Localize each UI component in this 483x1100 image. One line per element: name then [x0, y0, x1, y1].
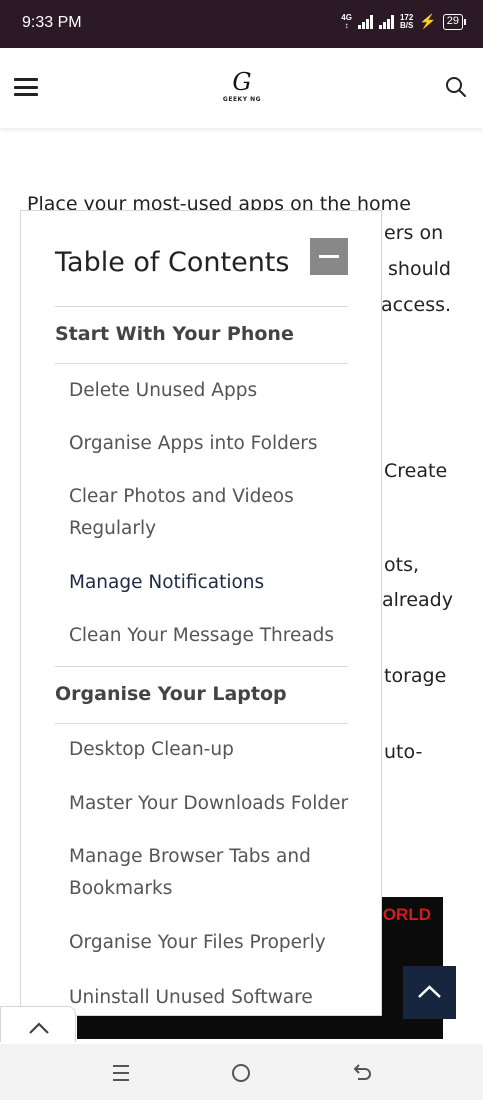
toc-item[interactable]: Uninstall Unused Software — [69, 982, 349, 1014]
signal-icon — [357, 14, 373, 29]
article-fragment: Create — [384, 460, 448, 482]
back-to-top-button[interactable] — [403, 966, 456, 1019]
toc-section-title[interactable]: Start With Your Phone — [55, 323, 294, 345]
home-icon[interactable] — [229, 1061, 253, 1085]
article-fragment: access. — [381, 294, 452, 316]
status-bar: 9:33 PM 4G ↕ 172 B/S ⚡ 29 — [0, 0, 483, 48]
search-icon[interactable] — [445, 76, 467, 98]
charging-icon: ⚡ — [419, 13, 437, 29]
system-nav-bar — [0, 1044, 483, 1100]
toc-item[interactable]: Delete Unused Apps — [69, 375, 349, 407]
status-time: 9:33 PM — [22, 14, 82, 31]
article-fragment: ers on — [384, 222, 444, 244]
divider — [55, 363, 348, 364]
divider — [55, 666, 348, 667]
image-text: ORLD — [382, 905, 431, 924]
article-fragment: uto- — [384, 741, 423, 763]
chevron-up-icon — [418, 985, 441, 998]
toc-item-active[interactable]: Manage Notifications — [69, 567, 349, 599]
divider — [55, 306, 348, 307]
article-fragment: should — [388, 258, 451, 280]
table-of-contents: Table of Contents Start With Your Phone … — [20, 210, 382, 1016]
toc-item[interactable]: Clean Your Message Threads — [69, 620, 349, 652]
status-icons: 4G ↕ 172 B/S ⚡ 29 — [341, 12, 467, 30]
toc-item[interactable]: Desktop Clean-up — [69, 734, 349, 766]
toc-item[interactable]: Organise Your Files Properly — [69, 927, 349, 959]
site-header: G GEEKY NG — [0, 48, 483, 128]
logo-name: GEEKY NG — [222, 96, 262, 103]
toc-item[interactable]: Master Your Downloads Folder — [69, 788, 349, 820]
signal-icon-2 — [378, 14, 394, 29]
toc-section-title[interactable]: Organise Your Laptop — [55, 683, 287, 705]
article-fragment: ots, — [384, 554, 420, 576]
divider — [55, 723, 348, 724]
toc-item[interactable]: Manage Browser Tabs and Bookmarks — [69, 841, 349, 905]
article-fragment: torage — [384, 665, 447, 687]
logo-letter: G — [232, 68, 252, 96]
minus-icon[interactable] — [310, 238, 348, 275]
recents-icon[interactable] — [109, 1061, 133, 1085]
article-fragment: already — [382, 589, 453, 611]
toc-title: Table of Contents — [55, 247, 290, 278]
network-type: 4G ↕ — [341, 12, 352, 30]
hamburger-icon[interactable] — [14, 78, 38, 96]
toc-item[interactable]: Organise Apps into Folders — [69, 428, 349, 460]
chevron-up-icon — [29, 1022, 49, 1034]
network-speed: 172 B/S — [399, 12, 414, 30]
collapse-tab[interactable] — [0, 1006, 76, 1042]
battery-icon: 29 — [442, 13, 467, 30]
toc-item[interactable]: Clear Photos and Videos Regularly — [69, 481, 349, 545]
site-logo[interactable]: G GEEKY NG — [222, 68, 262, 110]
back-icon[interactable] — [350, 1061, 374, 1085]
